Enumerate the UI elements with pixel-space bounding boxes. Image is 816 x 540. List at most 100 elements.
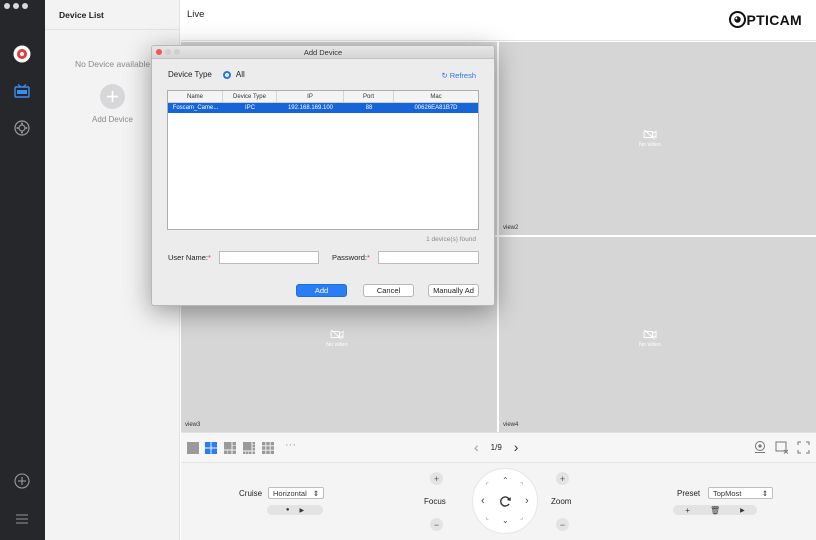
- app-rail: [0, 0, 45, 540]
- page-indicator: 1/9: [490, 442, 502, 452]
- pan-right-button[interactable]: ›: [525, 495, 529, 507]
- device-table: Name Device Type IP Port Mac Foscam_Came…: [167, 90, 479, 230]
- cancel-button[interactable]: Cancel: [363, 284, 414, 297]
- device-type-all-label[interactable]: All: [236, 70, 245, 79]
- main-header: Live PTICAM: [181, 0, 816, 41]
- settings-nav-icon[interactable]: [11, 117, 33, 139]
- pan-down-right-button[interactable]: ⌟: [520, 514, 523, 521]
- add-device-button[interactable]: [100, 84, 125, 109]
- cruise-select[interactable]: Horizontal ⇕: [268, 487, 324, 499]
- device-type-row: Device Type All: [168, 70, 245, 79]
- focus-label: Focus: [424, 497, 446, 506]
- cruise-stop-button[interactable]: ●: [286, 507, 290, 513]
- focus-in-button[interactable]: +: [430, 472, 443, 485]
- cell-mac: 00626EA81B7D: [414, 105, 458, 111]
- cell-ip: 192.168.169.100: [287, 105, 334, 111]
- username-label: User Name:*: [168, 253, 211, 262]
- password-label-text: Password:: [332, 253, 368, 262]
- refresh-icon: ↻: [441, 71, 448, 80]
- password-input[interactable]: [378, 251, 479, 264]
- no-video-indicator: No video: [639, 129, 661, 148]
- view-label: view2: [503, 225, 519, 231]
- more-layouts-button[interactable]: ···: [285, 439, 296, 451]
- preset-select[interactable]: TopMost ⇕: [708, 487, 773, 499]
- pan-left-button[interactable]: ‹: [481, 495, 485, 507]
- column-header[interactable]: Port: [344, 91, 394, 102]
- manually-add-button[interactable]: Manually Ad: [428, 284, 479, 297]
- select-arrows-icon: ⇕: [761, 488, 768, 498]
- video-off-icon: [643, 329, 657, 340]
- cruise-controls: ● ▶: [267, 505, 323, 515]
- layout-4-icon[interactable]: [205, 442, 217, 454]
- reset-position-icon[interactable]: [499, 495, 512, 508]
- video-cell-4[interactable]: No video view4: [499, 237, 816, 432]
- page-navigator: ‹ 1/9 ›: [474, 440, 518, 454]
- window-minimize-button[interactable]: [13, 3, 19, 9]
- window-close-button[interactable]: [4, 3, 10, 9]
- logo-text: PTICAM: [746, 11, 802, 28]
- required-mark: *: [208, 253, 211, 262]
- zoom-out-button[interactable]: −: [556, 518, 569, 531]
- view-label: view3: [185, 422, 201, 428]
- dialog-minimize-button[interactable]: [165, 49, 171, 55]
- column-header[interactable]: Name: [168, 91, 223, 102]
- pan-up-right-button[interactable]: ⌝: [520, 482, 523, 489]
- page-title: Live: [187, 9, 205, 20]
- cruise-start-button[interactable]: ▶: [300, 507, 305, 514]
- refresh-label: Refresh: [449, 71, 476, 80]
- video-cell-2[interactable]: No video view2: [499, 42, 816, 235]
- close-all-views-icon[interactable]: [775, 441, 789, 454]
- dialog-close-button[interactable]: [156, 49, 162, 55]
- video-off-icon: [330, 329, 344, 340]
- add-device-dialog: Add Device Device Type All ↻ Refresh Nam…: [151, 45, 495, 306]
- cruise-label: Cruise: [239, 489, 263, 498]
- cell-name: Foscam_Came...: [172, 105, 219, 111]
- username-label-text: User Name:: [168, 253, 209, 262]
- ptz-direction-pad: ⌃ ⌄ ‹ › ⌜ ⌝ ⌞ ⌟: [472, 468, 538, 534]
- column-header[interactable]: Device Type: [223, 91, 277, 102]
- prev-page-button[interactable]: ‹: [474, 440, 479, 454]
- dialog-titlebar: Add Device: [152, 46, 494, 59]
- column-header[interactable]: IP: [277, 91, 344, 102]
- cell-port: 88: [365, 105, 373, 111]
- add-circle-nav-icon[interactable]: [11, 470, 33, 492]
- no-video-text: No video: [326, 342, 348, 348]
- no-video-indicator: No video: [639, 329, 661, 348]
- add-button[interactable]: Add: [296, 284, 347, 297]
- camera-nav-icon[interactable]: [11, 43, 33, 65]
- layout-8-icon[interactable]: [243, 442, 255, 454]
- window-zoom-button[interactable]: [22, 3, 28, 9]
- device-list-title: Device List: [45, 0, 179, 30]
- preset-add-button[interactable]: +: [685, 506, 690, 515]
- dialog-title: Add Device: [303, 48, 343, 57]
- menu-icon[interactable]: [11, 508, 33, 530]
- preset-value: TopMost: [713, 488, 742, 498]
- dialog-zoom-button[interactable]: [174, 49, 180, 55]
- layout-1-icon[interactable]: [187, 442, 199, 454]
- playback-nav-icon[interactable]: [11, 80, 33, 102]
- device-type-all-radio[interactable]: [222, 70, 231, 79]
- table-row[interactable]: Foscam_Came... IPC 192.168.169.100 88 00…: [168, 103, 478, 113]
- next-page-button[interactable]: ›: [514, 440, 519, 454]
- username-input[interactable]: [219, 251, 319, 264]
- view-label: view4: [503, 422, 519, 428]
- devices-found-count: 1 device(s) found: [426, 236, 476, 243]
- pan-down-left-button[interactable]: ⌞: [486, 514, 489, 521]
- layout-9-icon[interactable]: [262, 442, 274, 454]
- opticam-logo: PTICAM: [728, 11, 802, 28]
- preset-go-button[interactable]: ▶: [740, 507, 745, 514]
- column-header[interactable]: Mac: [394, 91, 478, 102]
- logo-lens-icon: [728, 11, 746, 28]
- layout-6-icon[interactable]: [224, 442, 236, 454]
- refresh-button[interactable]: ↻ Refresh: [441, 71, 476, 80]
- fullscreen-icon[interactable]: [797, 441, 810, 454]
- pan-up-left-button[interactable]: ⌜: [486, 482, 489, 489]
- focus-out-button[interactable]: −: [430, 518, 443, 531]
- zoom-in-button[interactable]: +: [556, 472, 569, 485]
- cruise-value: Horizontal: [273, 488, 307, 498]
- pan-down-button[interactable]: ⌄: [502, 516, 509, 525]
- pan-up-button[interactable]: ⌃: [502, 476, 509, 485]
- ptz-camera-icon[interactable]: [753, 440, 767, 454]
- password-label: Password:*: [332, 253, 370, 262]
- preset-delete-icon[interactable]: 🗑: [710, 506, 720, 515]
